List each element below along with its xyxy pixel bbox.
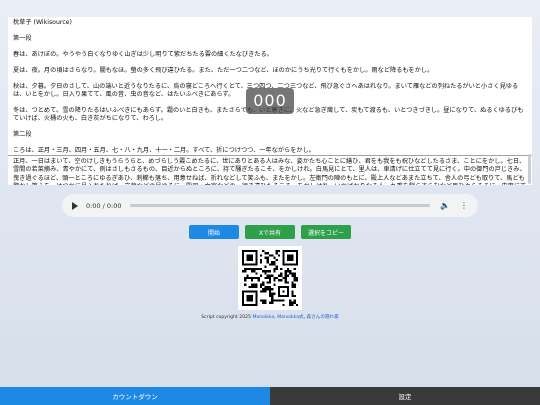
copyright-footer: Script copyright 2025 Manoikka, Manoikka…: [0, 314, 540, 320]
author-link-2[interactable]: Manoikka式: [277, 315, 303, 320]
section-heading: 第二段: [13, 130, 32, 138]
tab-settings[interactable]: 設定: [270, 387, 540, 405]
share-x-button[interactable]: Xで共有: [245, 225, 295, 239]
divider: [8, 155, 532, 157]
qr-code: [238, 246, 302, 310]
audio-time: 0:00 / 0:00: [86, 201, 122, 210]
audio-progress-bar[interactable]: [129, 204, 431, 207]
tab-countdown[interactable]: カウントダウン: [0, 387, 270, 405]
play-icon[interactable]: [72, 201, 78, 210]
author-link-3[interactable]: 森さんの隠れ家: [307, 315, 339, 320]
document-title: 枕草子 (Wikisource): [13, 19, 72, 26]
button-row: 開始 Xで共有 選択をコピー: [0, 225, 540, 239]
author-link-1[interactable]: Manoikka: [252, 315, 274, 320]
section-heading: 第一段: [13, 34, 32, 42]
paragraph: 夏は、夜。月の頃はさらなり。闇もなほ。螢の多く飛び違ひたる。また、ただ一つ二つな…: [13, 66, 434, 74]
paragraph: ころは、正月・三月、四月・五月、七・八・九月、十一・二月。すべて、折につけつつ、…: [13, 146, 315, 154]
paragraph: 春は、あけぼの。やうやう白くなりゆく山ぎは少し明りて紫だちたる雲の細くたなびきた…: [13, 50, 273, 58]
bottom-tab-bar: カウントダウン 設定: [0, 387, 540, 405]
loading-indicator: 000: [246, 88, 294, 114]
volume-icon[interactable]: 🔈: [440, 201, 450, 210]
audio-player: 0:00 / 0:00 🔈 ⋮: [62, 194, 478, 217]
copy-selection-button[interactable]: 選択をコピー: [301, 225, 351, 239]
paragraph: 正月、一日はまいて、空のけしきもうらうらと、めづらしう霞こめたるに、世にありとあ…: [13, 158, 526, 185]
copyright-text: Script copyright 2025: [201, 315, 253, 320]
scrollbar[interactable]: [528, 154, 531, 184]
more-options-icon[interactable]: ⋮: [460, 201, 468, 210]
start-button[interactable]: 開始: [189, 225, 239, 239]
